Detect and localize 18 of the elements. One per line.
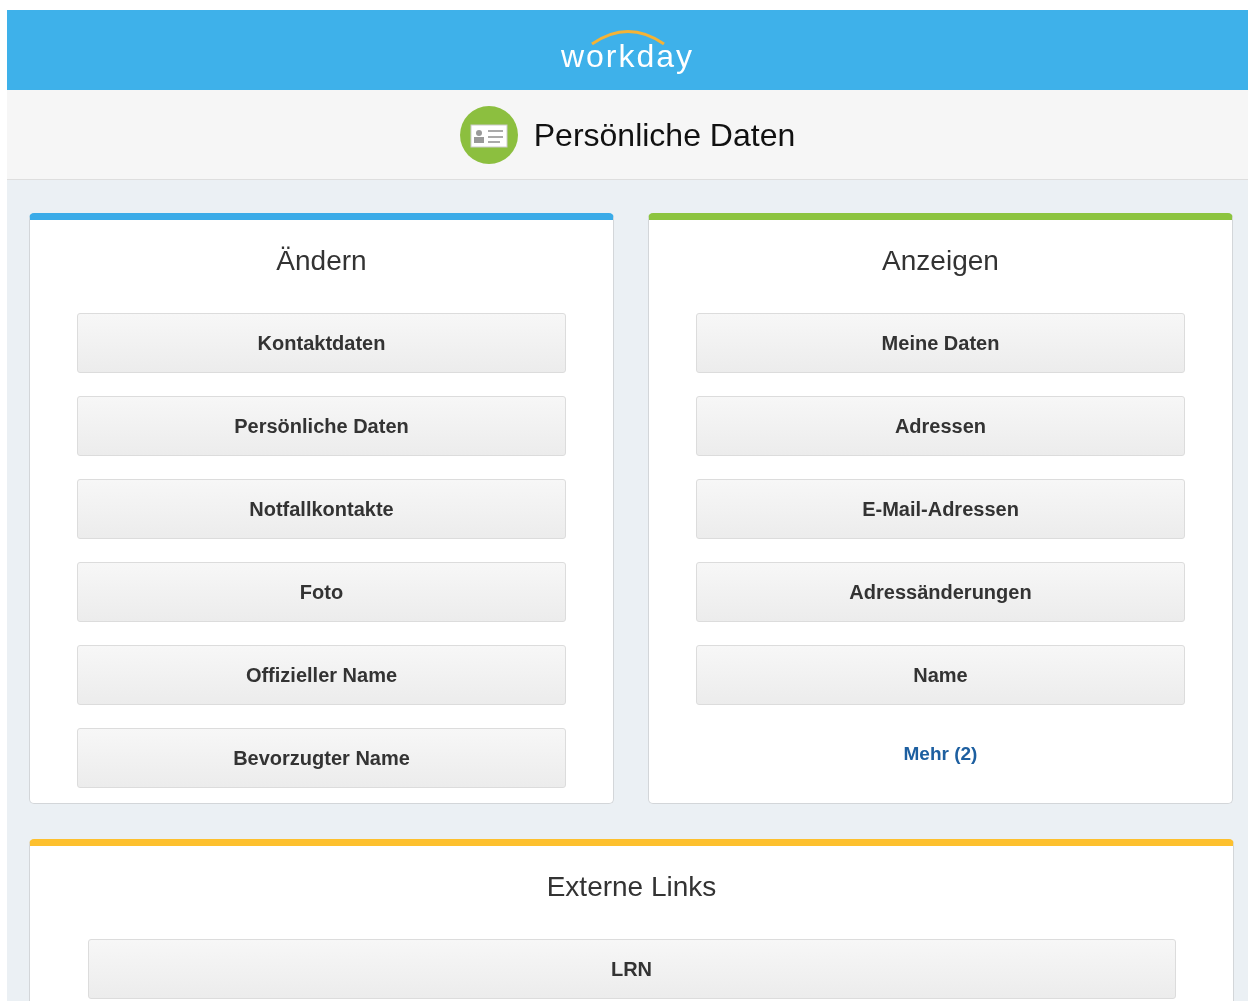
nav-button[interactable]: Meine Daten (696, 313, 1185, 373)
nav-button[interactable]: Name (696, 645, 1185, 705)
card-title: Anzeigen (882, 244, 999, 278)
nav-button[interactable]: Adressen (696, 396, 1185, 456)
nav-button[interactable]: Foto (77, 562, 566, 622)
nav-button[interactable]: E-Mail-Adressen (696, 479, 1185, 539)
nav-button[interactable]: LRN (87, 939, 1176, 999)
more-link[interactable]: Mehr (2) (903, 740, 978, 769)
nav-button[interactable]: Persönliche Daten (77, 396, 566, 456)
nav-button[interactable]: Adressänderungen (696, 562, 1185, 622)
card-title: Ändern (276, 244, 367, 278)
card-title: Externe Links (546, 870, 717, 904)
nav-button[interactable]: Offizieller Name (77, 645, 566, 705)
nav-button[interactable]: Bevorzugter Name (77, 728, 566, 788)
id-card-icon (459, 105, 518, 164)
nav-button[interactable]: Notfallkontakte (77, 479, 566, 539)
nav-button[interactable]: Kontaktdaten (77, 313, 566, 373)
page-title: Persönliche Daten (533, 115, 796, 155)
